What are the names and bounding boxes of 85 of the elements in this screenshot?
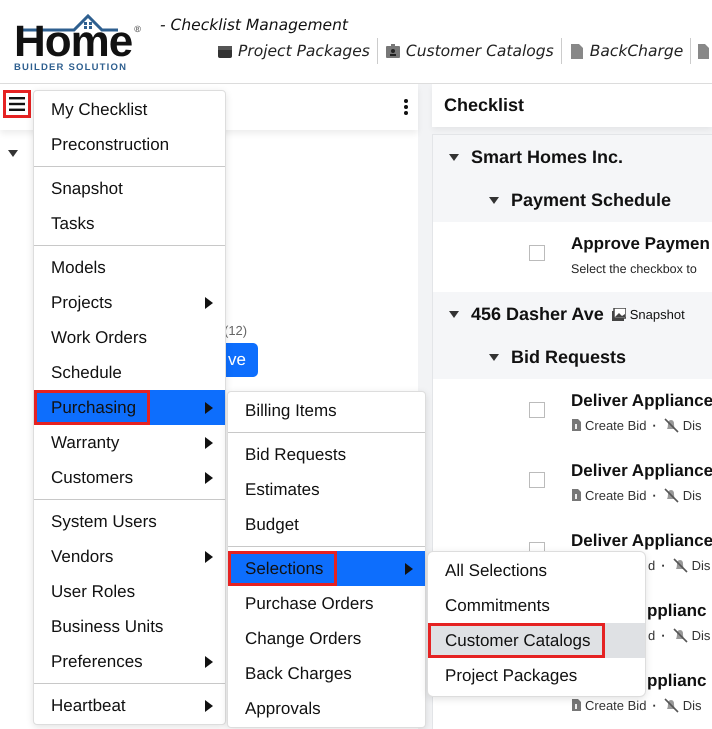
muted-bell-icon: [662, 697, 679, 713]
separator-dot: ·: [651, 418, 658, 432]
item-title: Deliver Appliance: [571, 461, 712, 481]
checkbox[interactable]: [529, 472, 545, 488]
menu-item[interactable]: Change Orders: [228, 621, 425, 656]
caret-icon: [489, 197, 499, 204]
nav-link[interactable]: Project Packages: [210, 38, 378, 64]
item-title: Deliver Appliance: [571, 531, 712, 551]
menu-item[interactable]: Projects: [34, 285, 225, 320]
create-bid-link[interactable]: Create Bid: [585, 418, 646, 432]
muted-bell-icon: [672, 557, 688, 573]
image-icon: [612, 308, 626, 320]
group-title: 456 Dasher Ave: [471, 304, 604, 324]
caret-icon: [489, 354, 499, 361]
menu-item[interactable]: Snapshot: [34, 171, 225, 206]
registered-mark: ®: [134, 24, 141, 34]
caret-icon: [8, 150, 18, 157]
muted-bell-icon: [662, 417, 679, 433]
menu-button[interactable]: [3, 90, 31, 118]
menu-item[interactable]: Models: [34, 250, 225, 285]
file-icon: [571, 698, 581, 712]
item-title: Deliver Appliance: [571, 391, 712, 411]
panel-title: Checklist: [444, 95, 524, 116]
dismiss-link[interactable]: Dis: [682, 418, 702, 432]
menu-item[interactable]: Budget: [228, 507, 425, 542]
menu-item[interactable]: User Roles: [34, 574, 225, 609]
menu-icon: [9, 97, 25, 111]
page-title: - Checklist Management: [160, 16, 350, 34]
id-badge-icon: [384, 42, 401, 60]
checkbox[interactable]: [529, 245, 545, 261]
nav-link[interactable]: BackCharge: [562, 38, 692, 64]
menu-item[interactable]: Purchasing: [34, 390, 225, 425]
menu-item[interactable]: My Checklist: [34, 92, 225, 127]
menu-item[interactable]: Heartbeat: [34, 688, 225, 723]
caret-icon: [449, 154, 459, 160]
file-icon: [568, 42, 585, 60]
item-note: Select the checkbox to: [571, 262, 698, 276]
dismiss-link[interactable]: Dis: [692, 628, 710, 642]
create-bid-link[interactable]: d: [648, 628, 656, 642]
item-title: Approve Paymen: [571, 234, 710, 254]
logo-tagline: BUILDER SOLUTION: [14, 62, 128, 73]
menu-item[interactable]: Approvals: [228, 691, 425, 726]
menu-item[interactable]: Selections: [228, 551, 425, 586]
menu-item[interactable]: Warranty: [34, 425, 225, 460]
menu-item[interactable]: Commitments: [428, 588, 645, 623]
menu-item[interactable]: Purchase Orders: [228, 586, 425, 621]
menu-item[interactable]: Preconstruction: [34, 127, 225, 162]
menu-item[interactable]: Estimates: [228, 472, 425, 507]
file-icon: [571, 418, 581, 432]
menu-item[interactable]: Vendors: [34, 539, 225, 574]
muted-bell-icon: [662, 487, 679, 503]
muted-bell-icon: [672, 627, 688, 643]
separator-dot: ·: [651, 698, 658, 712]
menu-item[interactable]: Customers: [34, 460, 225, 495]
menu-item[interactable]: Bid Requests: [228, 437, 425, 472]
menu-item[interactable]: System Users: [34, 504, 225, 539]
nav-link[interactable]: Customer Catalogs: [378, 38, 562, 64]
dismiss-link[interactable]: Dis: [692, 558, 710, 572]
menu-item[interactable]: Business Units: [34, 609, 225, 644]
menu-item[interactable]: Back Charges: [228, 656, 425, 691]
group-title: Smart Homes Inc.: [471, 146, 624, 168]
create-bid-link[interactable]: Create Bid: [585, 488, 646, 502]
checkbox[interactable]: [529, 402, 545, 418]
file-icon: [697, 42, 710, 60]
separator-dot: ·: [651, 488, 658, 502]
section-title: Bid Requests: [511, 347, 626, 368]
section-title: Payment Schedule: [511, 190, 672, 211]
caret-icon: [449, 310, 459, 318]
menu-item[interactable]: Project Packages: [428, 658, 645, 693]
create-bid-link[interactable]: Create Bid: [585, 698, 646, 712]
menu-item[interactable]: Billing Items: [228, 393, 425, 428]
item-title: pplianc: [646, 601, 708, 621]
dismiss-link[interactable]: Dis: [682, 488, 702, 502]
tag-label: Snapshot: [630, 306, 685, 322]
more-icon: [404, 99, 408, 115]
menu-item[interactable]: Customer Catalogs: [428, 623, 645, 658]
menu-item[interactable]: Tasks: [34, 206, 225, 241]
file-icon: [571, 488, 581, 502]
logo-word: Home: [14, 24, 132, 60]
separator-dot: ·: [660, 628, 667, 642]
separator-dot: ·: [660, 558, 667, 572]
menu-item[interactable]: Preferences: [34, 644, 225, 679]
create-bid-link[interactable]: d: [648, 558, 656, 572]
menu-item[interactable]: All Selections: [428, 553, 645, 588]
dismiss-link[interactable]: Dis: [682, 698, 702, 712]
